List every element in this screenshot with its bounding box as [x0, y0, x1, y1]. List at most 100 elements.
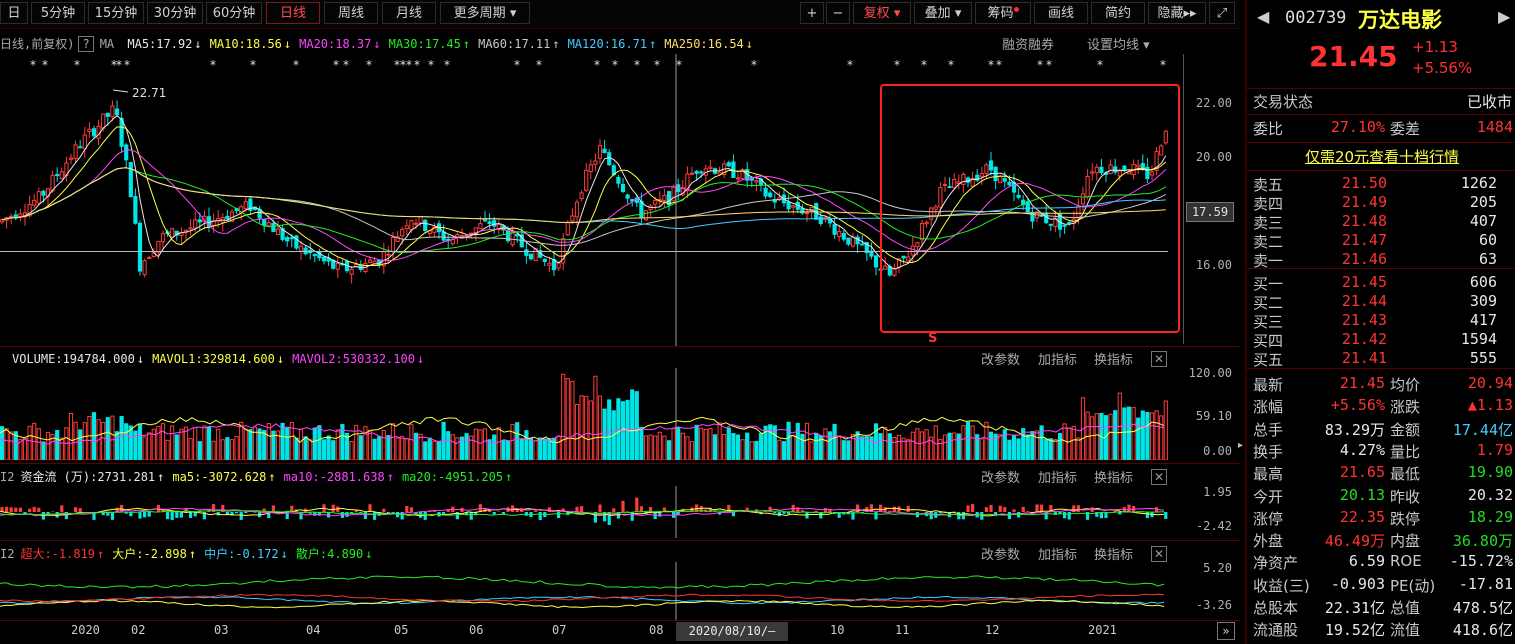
of-switch-indicator-link[interactable]: 换指标	[1094, 544, 1133, 563]
period-day-partial[interactable]: 日	[0, 2, 28, 24]
candle-body	[36, 191, 41, 204]
event-star-icon[interactable]: *	[333, 58, 339, 72]
zoom-out-button[interactable]: −	[826, 2, 850, 24]
event-star-icon[interactable]: *	[444, 58, 450, 72]
dropdown-arrow-icon: ▾	[509, 6, 517, 21]
period-weekly[interactable]: 周线	[324, 2, 378, 24]
volume-chart[interactable]	[0, 368, 1183, 460]
event-star-icon[interactable]: *	[343, 58, 349, 72]
vol-edit-params-link[interactable]: 改参数	[981, 349, 1020, 368]
ff-switch-indicator-link[interactable]: 换指标	[1094, 467, 1133, 486]
bid-row-price[interactable]: 21.43	[1307, 311, 1387, 329]
event-star-icon[interactable]: *	[988, 58, 994, 72]
candlestick-chart[interactable]: * * * * * * * * * * * * * * * * * * * * * * * * * * * * * * * * * * * * 22.…	[0, 54, 1183, 346]
overlay-button[interactable]: 叠加 ▾	[914, 2, 972, 24]
ma-value-arrow-icon: ↑	[649, 37, 657, 51]
bid-row-price[interactable]: 21.42	[1307, 330, 1387, 348]
ff-edit-params-link[interactable]: 改参数	[981, 467, 1020, 486]
ff-close-icon[interactable]: ✕	[1151, 469, 1167, 485]
event-star-icon[interactable]: *	[74, 58, 80, 72]
event-star-icon[interactable]: *	[293, 58, 299, 72]
event-star-icon[interactable]: *	[948, 58, 954, 72]
event-star-icon[interactable]: *	[612, 58, 618, 72]
bid-row-price[interactable]: 21.44	[1307, 292, 1387, 310]
event-star-icon[interactable]: *	[366, 58, 372, 72]
panel-collapse-icon[interactable]: ▸	[1238, 440, 1244, 466]
ff-axis-bottom: -2.42	[1195, 519, 1232, 533]
period-monthly[interactable]: 月线	[382, 2, 436, 24]
vol-close-icon[interactable]: ✕	[1151, 351, 1167, 367]
next-stock-icon[interactable]: ▶	[1498, 7, 1510, 26]
event-star-icon[interactable]: *	[634, 58, 640, 72]
event-star-icon[interactable]: *	[30, 58, 36, 72]
event-star-icon[interactable]: *	[124, 58, 130, 72]
volume-bar	[942, 434, 948, 460]
event-star-icon[interactable]: *	[42, 58, 48, 72]
fullscreen-icon[interactable]: ⤢	[1209, 2, 1235, 24]
event-star-icon[interactable]: *	[751, 58, 757, 72]
period-more-dropdown[interactable]: 更多周期 ▾	[440, 2, 530, 24]
wb-value: 27.10%	[1330, 118, 1385, 136]
adjust-price-button[interactable]: 复权 ▾	[853, 2, 911, 24]
event-star-icon[interactable]: *	[847, 58, 853, 72]
event-star-icon[interactable]: *	[654, 58, 660, 72]
event-star-icon[interactable]: *	[921, 58, 927, 72]
event-star-icon[interactable]: *	[116, 58, 122, 72]
event-star-icon[interactable]: *	[594, 58, 600, 72]
of-edit-params-link[interactable]: 改参数	[981, 544, 1020, 563]
event-star-icon[interactable]: *	[536, 58, 542, 72]
event-star-icon[interactable]: *	[250, 58, 256, 72]
event-star-icon[interactable]: *	[414, 58, 420, 72]
event-star-icon[interactable]: *	[1046, 58, 1052, 72]
event-star-icon[interactable]: *	[514, 58, 520, 72]
margin-trading-link[interactable]: 融资融券	[1002, 34, 1054, 53]
x-axis-tick: 10	[830, 623, 845, 637]
period-30min[interactable]: 30分钟	[147, 2, 203, 24]
candle-body	[616, 176, 621, 184]
event-star-icon[interactable]: *	[676, 58, 682, 72]
event-star-icon[interactable]: *	[406, 58, 412, 72]
level2-promo-link[interactable]: 仅需20元查看十档行情	[1247, 146, 1515, 167]
ask-row-price[interactable]: 21.50	[1307, 174, 1387, 192]
of-close-icon[interactable]: ✕	[1151, 546, 1167, 562]
event-star-icon[interactable]: *	[1037, 58, 1043, 72]
vol-switch-indicator-link[interactable]: 换指标	[1094, 349, 1133, 368]
ask-row-price[interactable]: 21.48	[1307, 212, 1387, 230]
bid-row-price[interactable]: 21.41	[1307, 349, 1387, 367]
chips-button[interactable]: 筹码	[975, 2, 1031, 24]
vol-add-indicator-link[interactable]: 加指标	[1038, 349, 1077, 368]
ask-row-price[interactable]: 21.46	[1307, 250, 1387, 268]
event-star-icon[interactable]: *	[996, 58, 1002, 72]
event-star-icon[interactable]: *	[1097, 58, 1103, 72]
event-star-icon[interactable]: *	[428, 58, 434, 72]
hide-button[interactable]: 隐藏▸▸	[1148, 2, 1206, 24]
bid-row-price[interactable]: 21.45	[1307, 273, 1387, 291]
event-star-icon[interactable]: *	[894, 58, 900, 72]
simple-mode-button[interactable]: 简约	[1091, 2, 1145, 24]
fund-flow-bar	[1012, 509, 1016, 512]
ff-add-indicator-link[interactable]: 加指标	[1038, 467, 1077, 486]
period-5min[interactable]: 5分钟	[31, 2, 85, 24]
wc-value: 1484	[1476, 118, 1513, 136]
event-star-icon[interactable]: *	[210, 58, 216, 72]
of-add-indicator-link[interactable]: 加指标	[1038, 544, 1077, 563]
fund-flow-bar	[612, 508, 616, 512]
period-15min[interactable]: 15分钟	[88, 2, 144, 24]
volume-bar	[1136, 417, 1141, 460]
order-flow-chart[interactable]	[0, 562, 1183, 620]
volume-bar	[114, 431, 120, 460]
period-60min[interactable]: 60分钟	[206, 2, 262, 24]
period-daily[interactable]: 日线	[266, 2, 320, 24]
ask-row-price[interactable]: 21.49	[1307, 193, 1387, 211]
fund-flow-chart[interactable]	[0, 486, 1183, 538]
scroll-right-icon[interactable]: »	[1217, 622, 1235, 640]
help-button[interactable]: ?	[78, 36, 94, 52]
prev-stock-icon[interactable]: ◀	[1257, 7, 1269, 26]
ask-row-price[interactable]: 21.47	[1307, 231, 1387, 249]
zoom-in-button[interactable]: +	[800, 2, 824, 24]
ma-settings-link[interactable]: 设置均线 ▾	[1087, 34, 1150, 53]
of-value-2: 中户:-0.172	[204, 547, 279, 561]
event-star-icon[interactable]: *	[1160, 58, 1166, 72]
volume-bar	[643, 435, 649, 460]
draw-line-button[interactable]: 画线	[1034, 2, 1088, 24]
